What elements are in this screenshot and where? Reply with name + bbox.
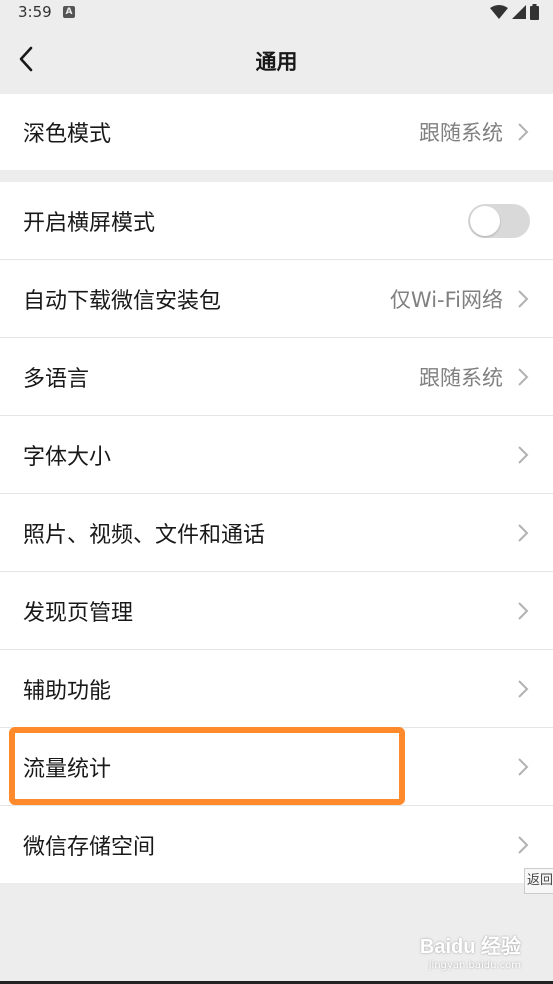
chevron-right-icon [518, 757, 529, 776]
dark-mode-row[interactable]: 深色模式 跟随系统 [0, 94, 553, 170]
font-size-row[interactable]: 字体大小 [0, 416, 553, 494]
landscape-row: 开启横屏模式 [0, 182, 553, 260]
storage-row[interactable]: 微信存储空间 [0, 806, 553, 883]
settings-group-general: 开启横屏模式 自动下载微信安装包 仅Wi-Fi网络 多语言 跟随系统 字体大小 … [0, 182, 553, 883]
dark-mode-label: 深色模式 [23, 122, 112, 147]
accessibility-label: 辅助功能 [23, 678, 112, 704]
landscape-toggle[interactable] [468, 203, 530, 238]
accessibility-row[interactable]: 辅助功能 [0, 650, 553, 728]
signal-icon [512, 5, 526, 19]
language-value: 跟随系统 [419, 365, 503, 390]
chevron-right-icon [518, 835, 529, 854]
status-bar: 3:59 A [0, 0, 553, 26]
return-float-button[interactable]: 返回 [524, 868, 553, 894]
language-row[interactable]: 多语言 跟随系统 [0, 338, 553, 416]
watermark: Baidu 经验 jingyan.baidu.com [420, 930, 521, 971]
system-icons [490, 4, 539, 20]
notification-icon: A [63, 6, 75, 18]
chevron-right-icon [518, 289, 529, 308]
chevron-right-icon [518, 601, 529, 620]
storage-label: 微信存储空间 [23, 834, 156, 860]
data-usage-label: 流量统计 [23, 756, 112, 782]
battery-icon [530, 4, 539, 20]
media-row[interactable]: 照片、视频、文件和通话 [0, 494, 553, 572]
chevron-right-icon [518, 679, 529, 698]
dark-mode-value: 跟随系统 [419, 121, 503, 145]
auto-download-row[interactable]: 自动下载微信安装包 仅Wi-Fi网络 [0, 260, 553, 338]
watermark-url: jingyan.baidu.com [428, 960, 521, 971]
data-usage-row[interactable]: 流量统计 [0, 728, 553, 806]
language-label: 多语言 [23, 366, 90, 392]
settings-group-display: 深色模式 跟随系统 [0, 94, 553, 170]
discover-row[interactable]: 发现页管理 [0, 572, 553, 650]
auto-download-value: 仅Wi-Fi网络 [389, 287, 503, 312]
auto-download-label: 自动下载微信安装包 [23, 288, 222, 314]
landscape-label: 开启横屏模式 [23, 210, 156, 236]
font-size-label: 字体大小 [23, 444, 112, 470]
nav-bar: 通用 [0, 26, 553, 94]
chevron-right-icon [518, 367, 529, 386]
watermark-brand: Baidu 经验 [419, 936, 521, 958]
toggle-knob [470, 205, 500, 236]
chevron-right-icon [518, 523, 529, 542]
discover-label: 发现页管理 [23, 600, 134, 626]
media-label: 照片、视频、文件和通话 [23, 522, 266, 548]
chevron-right-icon [518, 445, 529, 464]
page-title: 通用 [255, 50, 298, 74]
status-time: 3:59 [18, 3, 52, 21]
wifi-icon [490, 5, 508, 19]
chevron-right-icon [518, 123, 529, 141]
